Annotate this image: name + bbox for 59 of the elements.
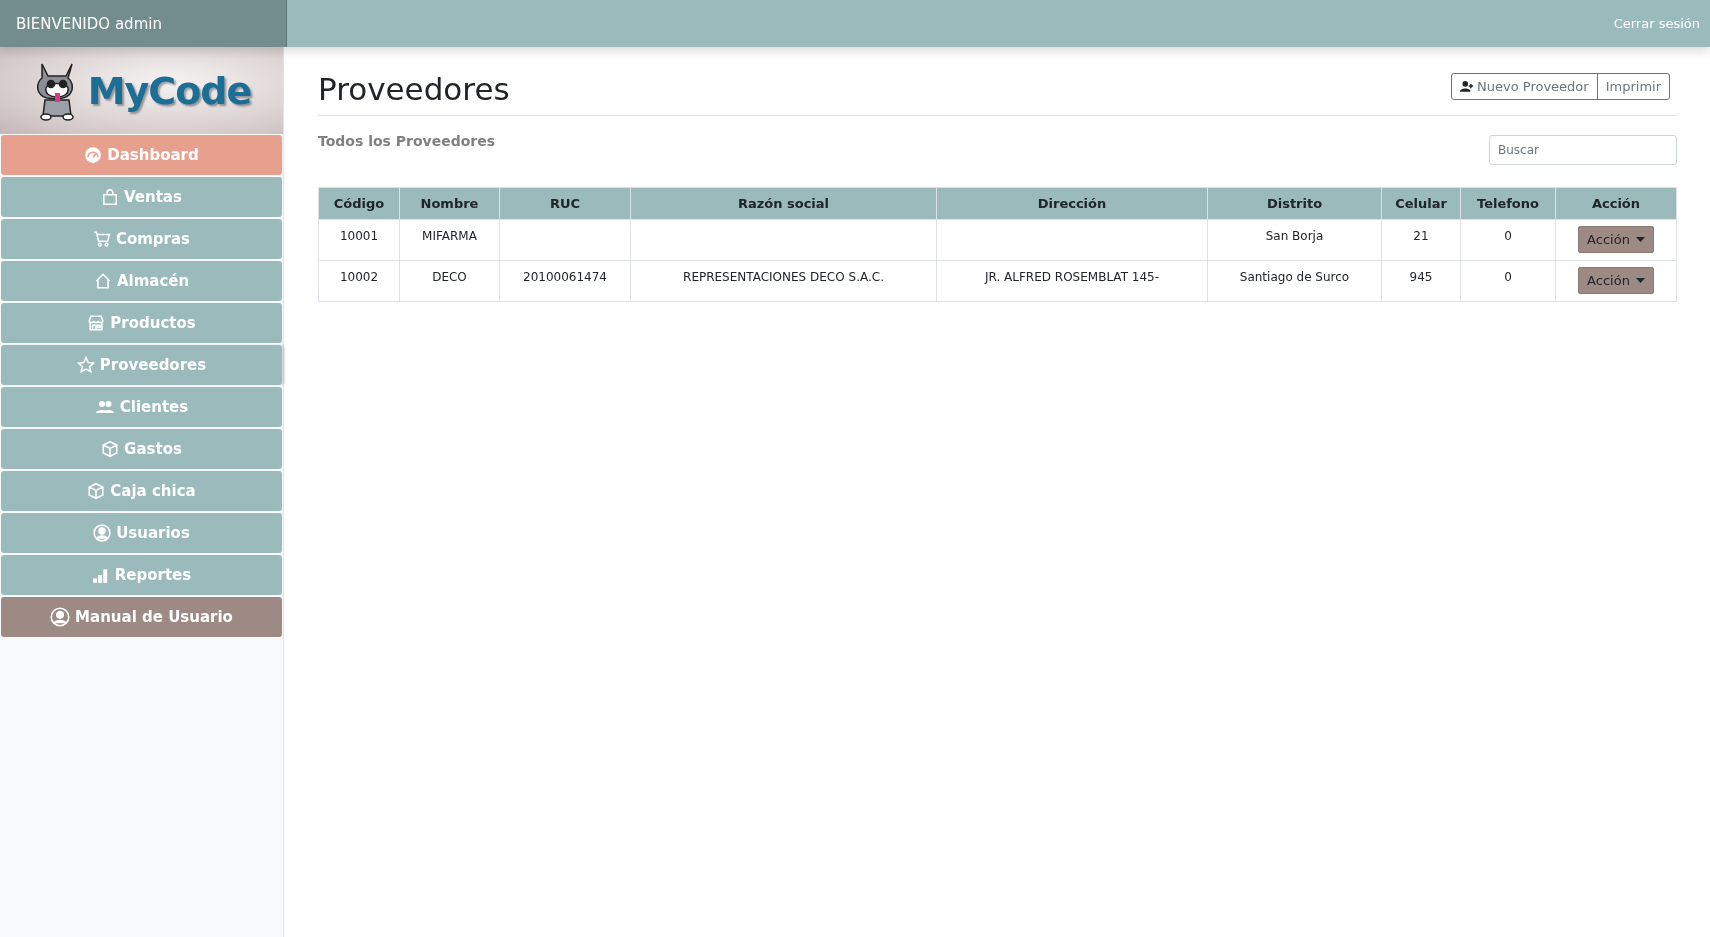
- box-icon: [101, 440, 120, 458]
- sidebar-item[interactable]: Reportes: [1, 555, 282, 595]
- table-cell: 0: [1460, 260, 1556, 302]
- table-cell: San Borja: [1207, 219, 1382, 261]
- column-header: Celular: [1381, 187, 1461, 220]
- sidebar-item[interactable]: Clientes: [1, 387, 282, 427]
- page-title: Proveedores: [318, 71, 510, 107]
- sidebar-item[interactable]: Compras: [1, 219, 282, 259]
- section-subtitle: Todos los Proveedores: [318, 133, 496, 149]
- column-header: Telefono: [1460, 187, 1556, 220]
- table-cell: Santiago de Surco: [1207, 260, 1382, 302]
- add-user-icon: [1460, 79, 1475, 93]
- sidebar-item[interactable]: Manual de Usuario: [1, 597, 282, 637]
- logout-link[interactable]: Cerrar sesión: [1613, 16, 1710, 31]
- user-circle-icon: [93, 524, 112, 542]
- column-header: Distrito: [1207, 187, 1382, 220]
- welcome-text: BIENVENIDO admin: [0, 0, 287, 47]
- caret-icon: [1635, 278, 1645, 283]
- table-cell: REPRESENTACIONES DECO S.A.C.: [630, 260, 937, 302]
- cart-icon: [92, 230, 111, 248]
- caret-icon: [1635, 237, 1645, 242]
- column-header: Nombre: [399, 187, 500, 220]
- sidebar-item[interactable]: Dashboard: [1, 135, 282, 175]
- column-header: Razón social: [630, 187, 937, 220]
- table-cell: DECO: [399, 260, 500, 302]
- column-header: RUC: [499, 187, 631, 220]
- sidebar-item[interactable]: Caja chica: [1, 471, 282, 511]
- new-supplier-button[interactable]: Nuevo Proveedor: [1451, 72, 1598, 100]
- box-icon: [87, 482, 106, 500]
- table-cell: 10002: [318, 260, 400, 302]
- column-header: Dirección: [936, 187, 1208, 220]
- print-button[interactable]: Imprimir: [1596, 72, 1670, 100]
- bar-chart-icon: [91, 566, 110, 584]
- sidebar-item[interactable]: Usuarios: [1, 513, 282, 553]
- sidebar-item[interactable]: Almacén: [1, 261, 282, 301]
- house-icon: [93, 272, 112, 290]
- table-cell: 0: [1460, 219, 1556, 261]
- bag-icon: [101, 188, 120, 206]
- sidebar-item[interactable]: Proveedores: [1, 345, 282, 385]
- people-icon: [94, 398, 115, 416]
- search-field[interactable]: Buscar: [1489, 135, 1677, 165]
- table-cell: JR. ALFRED ROSEMBLAT 145-: [936, 260, 1208, 302]
- user-circle-icon: [50, 607, 71, 627]
- logo-text: MyCode: [87, 68, 252, 113]
- action-dropdown-button[interactable]: Acción: [1578, 267, 1654, 294]
- table-cell: 20100061474: [499, 260, 631, 302]
- sidebar-item[interactable]: Ventas: [1, 177, 282, 217]
- table-cell: 21: [1381, 219, 1461, 261]
- column-header: Código: [318, 187, 400, 220]
- star-icon: [76, 356, 95, 374]
- shop-icon: [87, 314, 106, 332]
- sidebar-item[interactable]: Productos: [1, 303, 282, 343]
- sidebar-item[interactable]: Gastos: [1, 429, 282, 469]
- action-dropdown-button[interactable]: Acción: [1578, 226, 1654, 253]
- table-cell: 945: [1381, 260, 1461, 302]
- table-cell: MIFARMA: [399, 219, 500, 261]
- gauge-icon: [84, 146, 103, 164]
- column-header: Acción: [1555, 187, 1677, 220]
- table-cell: 10001: [318, 219, 400, 261]
